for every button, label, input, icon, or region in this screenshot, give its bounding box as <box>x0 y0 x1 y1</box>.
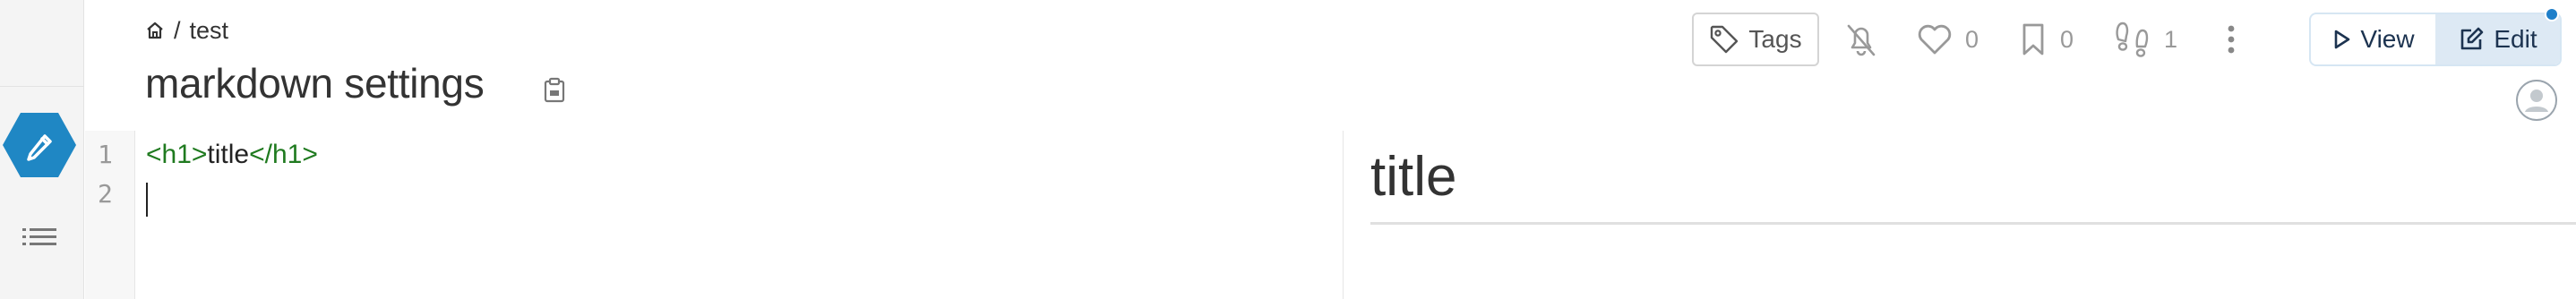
subscribe-toggle[interactable] <box>1843 20 1879 59</box>
view-label: View <box>2360 25 2415 53</box>
user-avatar[interactable] <box>2515 79 2558 122</box>
preview-heading: title <box>1370 146 1457 208</box>
user-icon <box>2516 80 2557 121</box>
edit-label: Edit <box>2494 25 2537 53</box>
markdown-editor[interactable]: 1 2 <h1>title</h1> <box>85 131 1343 299</box>
status-dot <box>2545 7 2559 21</box>
heading-underline <box>1370 222 2576 225</box>
tag-content: title <box>207 140 250 169</box>
view-edit-toggle: View Edit <box>2309 13 2562 66</box>
page-title: markdown settings <box>145 60 485 107</box>
play-icon <box>2335 30 2350 49</box>
breadcrumb-separator: / <box>174 16 181 44</box>
breadcrumb-page-link[interactable]: test <box>190 17 229 45</box>
edit-icon <box>2461 27 2484 50</box>
sidebar-divider <box>0 86 84 87</box>
tags-button[interactable]: Tags <box>1692 13 1819 66</box>
likes-count: 0 <box>1965 25 1979 53</box>
tags-label: Tags <box>1748 25 1802 53</box>
edit-button[interactable]: Edit <box>2435 14 2560 64</box>
home-icon[interactable] <box>145 21 165 40</box>
close-tag: </h1> <box>249 140 318 169</box>
view-button[interactable]: View <box>2311 14 2435 64</box>
tag-icon <box>1711 25 1739 54</box>
seen-users-button[interactable]: 1 <box>2112 20 2177 59</box>
heart-icon <box>1918 24 1952 55</box>
toc-button[interactable] <box>20 222 59 252</box>
hexagon-shape <box>3 113 76 177</box>
edit-page-button[interactable] <box>3 111 76 179</box>
footprints-icon <box>2116 21 2149 57</box>
more-options-button[interactable] <box>2218 20 2245 59</box>
more-vertical-icon <box>2228 25 2235 54</box>
breadcrumb: / test <box>145 16 228 45</box>
clipboard-icon <box>544 77 565 103</box>
list-icon <box>22 228 56 245</box>
like-button[interactable]: 0 <box>1917 20 1979 59</box>
sidebar <box>0 0 84 299</box>
bookmark-icon <box>2022 23 2044 56</box>
line-number-gutter: 1 2 <box>85 131 135 299</box>
seen-count: 1 <box>2164 25 2178 53</box>
line-number: 2 <box>98 179 113 209</box>
copy-path-button[interactable] <box>543 77 566 104</box>
text-cursor <box>146 183 148 217</box>
open-tag: <h1> <box>146 140 208 169</box>
bookmarks-count: 0 <box>2060 25 2074 53</box>
bookmark-button[interactable]: 0 <box>2019 20 2074 59</box>
line-number: 1 <box>98 140 113 169</box>
code-line[interactable]: <h1>title</h1> <box>146 140 318 170</box>
pane-divider[interactable] <box>1343 131 1344 299</box>
preview-pane: title <box>1370 131 2576 299</box>
bell-off-icon <box>1847 24 1876 56</box>
